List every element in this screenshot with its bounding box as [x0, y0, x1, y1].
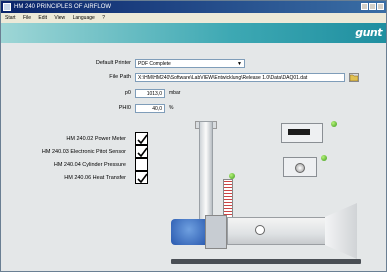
- menu-view[interactable]: View: [54, 15, 65, 21]
- app-icon: [3, 3, 11, 11]
- air-duct: [227, 217, 327, 245]
- folder-icon: [349, 74, 359, 82]
- menu-start[interactable]: Start: [5, 15, 16, 21]
- module-checkbox-power-meter[interactable]: [135, 132, 148, 145]
- pitot-sensor-knob: [295, 163, 305, 173]
- module-label-power-meter: HM 240.02 Power Meter: [66, 136, 126, 142]
- module-checkbox-heat-transfer[interactable]: [135, 171, 148, 184]
- status-indicator-dot: [229, 173, 235, 179]
- fan-housing: [205, 215, 227, 249]
- header-banner: gunt: [1, 23, 386, 43]
- duct-gauge: [255, 225, 265, 235]
- menu-file[interactable]: File: [23, 15, 31, 21]
- power-meter-display: [288, 129, 310, 135]
- p0-label: p0: [124, 90, 131, 96]
- phi0-input[interactable]: 40,0: [135, 104, 165, 113]
- menu-help[interactable]: ?: [102, 15, 105, 21]
- module-label-heat-transfer: HM 240.06 Heat Transfer: [64, 175, 126, 181]
- module-label-cylinder-pressure: HM 240.04 Cylinder Pressure: [53, 162, 126, 168]
- base-rail: [171, 259, 361, 264]
- module-label-pitot-sensor: HM 240.03 Electronic Pitot Sensor: [41, 149, 126, 155]
- module-checkbox-pitot-sensor[interactable]: [135, 145, 148, 158]
- pitot-sensor-device: [283, 157, 317, 177]
- p0-input[interactable]: 1013,0: [135, 89, 165, 98]
- browse-button[interactable]: [349, 73, 359, 82]
- phi0-label: PHI0: [118, 105, 131, 111]
- minimize-button[interactable]: [361, 3, 368, 10]
- diffuser-nozzle: [325, 203, 357, 259]
- default-printer-value: PDF Complete: [138, 61, 171, 67]
- power-meter-device: [281, 123, 323, 143]
- menu-edit[interactable]: Edit: [38, 15, 47, 21]
- file-path-label: File Path: [109, 74, 131, 80]
- app-window: HM 240 PRINCIPLES OF AIRFLOW Start File …: [0, 0, 387, 272]
- default-printer-label: Default Printer: [95, 60, 131, 66]
- module-checkbox-cylinder-pressure[interactable]: [135, 158, 148, 171]
- title-bar: HM 240 PRINCIPLES OF AIRFLOW: [1, 1, 386, 13]
- chevron-down-icon: ▼: [237, 61, 242, 67]
- status-indicator-dot: [321, 155, 327, 161]
- close-button[interactable]: [377, 3, 384, 10]
- status-indicator-dot: [331, 121, 337, 127]
- default-printer-select[interactable]: PDF Complete ▼: [135, 59, 245, 68]
- gunt-logo: gunt: [355, 26, 382, 39]
- menu-bar: Start File Edit View Language ?: [1, 13, 386, 23]
- maximize-button[interactable]: [369, 3, 376, 10]
- checkmark-icon: [137, 173, 148, 184]
- window-title: HM 240 PRINCIPLES OF AIRFLOW: [14, 4, 112, 10]
- phi0-unit: %: [169, 105, 174, 111]
- menu-language[interactable]: Language: [73, 15, 95, 21]
- apparatus-illustration: [171, 121, 386, 271]
- vertical-tube: [199, 121, 213, 221]
- file-path-input[interactable]: X:\HM\HM240\Software\LabVIEW\Entwicklung…: [135, 73, 345, 82]
- p0-unit: mbar: [169, 90, 181, 96]
